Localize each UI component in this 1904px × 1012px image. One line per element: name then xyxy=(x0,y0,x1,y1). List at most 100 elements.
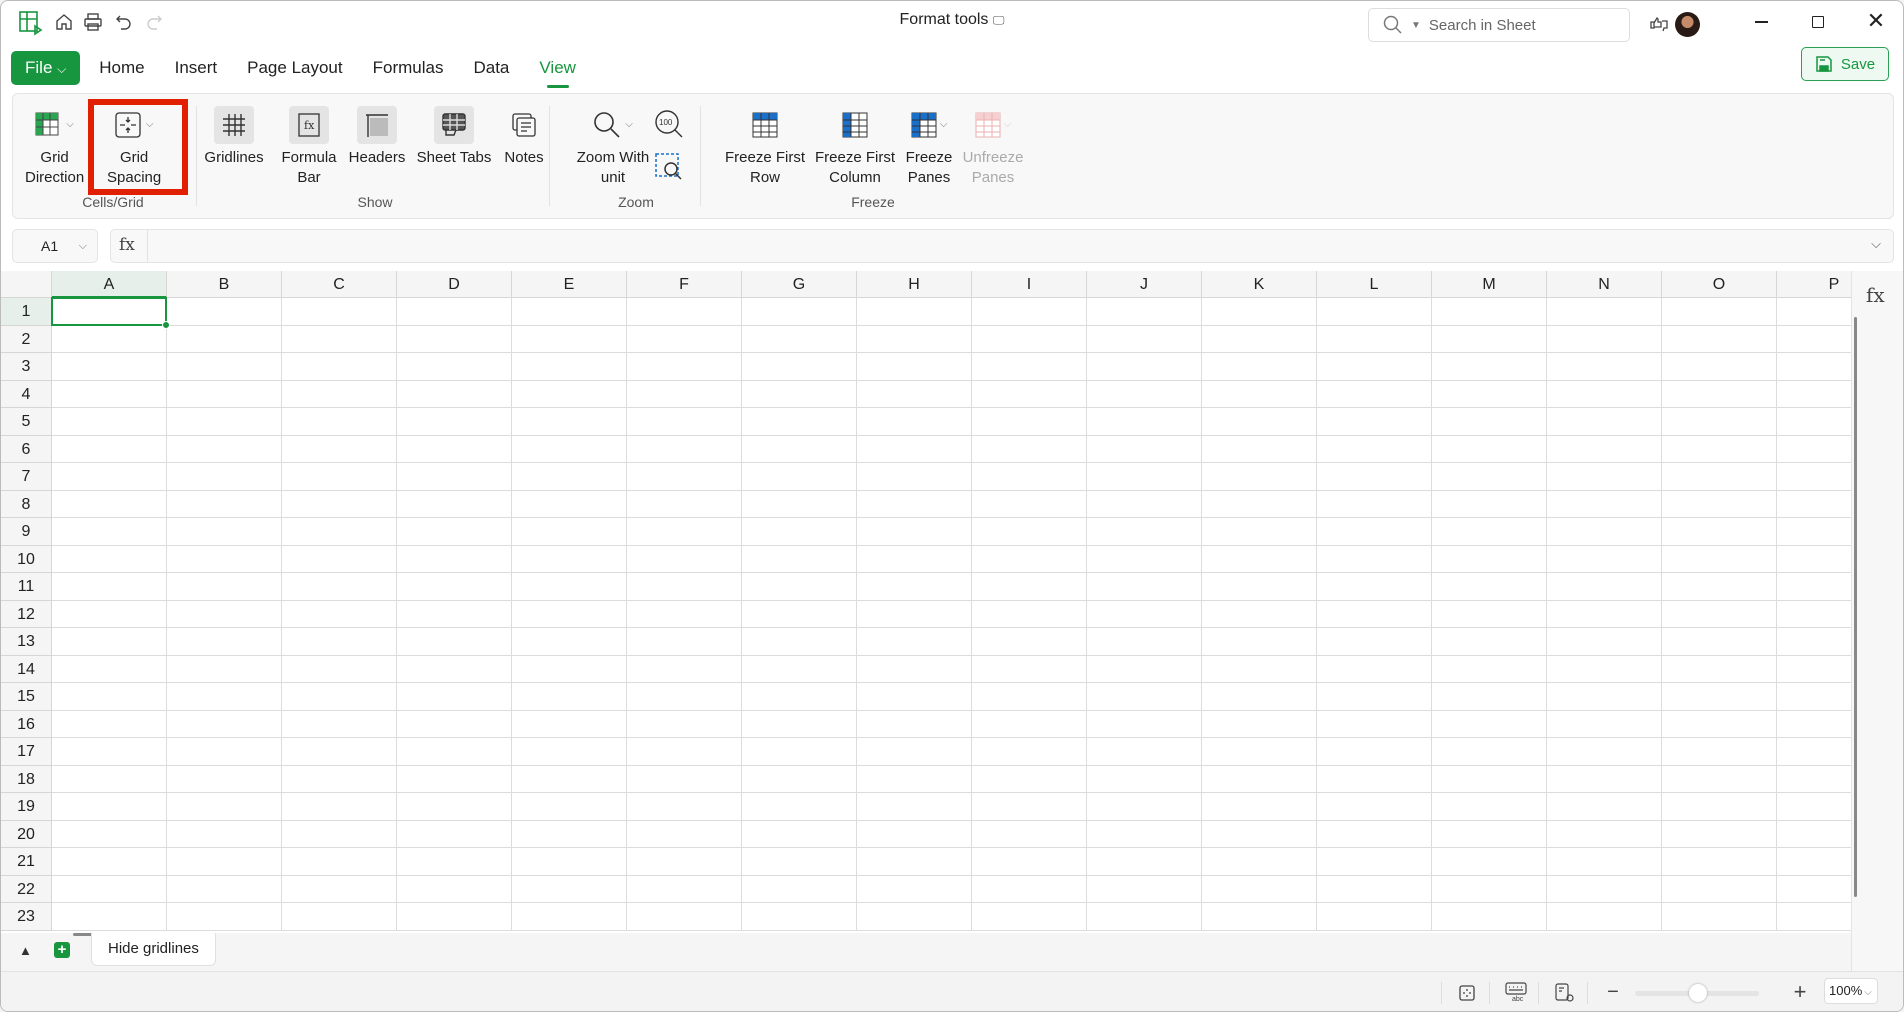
user-avatar[interactable] xyxy=(1675,12,1700,37)
row-header-12[interactable]: 12 xyxy=(1,600,52,628)
label: Panes xyxy=(971,169,1015,186)
freeze-panes-icon: ⌵ xyxy=(902,106,956,144)
sheet-tab[interactable]: Hide gridlines xyxy=(91,933,216,966)
notes-toggle[interactable]: Notes xyxy=(491,106,557,168)
row-header-17[interactable]: 17 xyxy=(1,738,52,766)
table-row xyxy=(52,463,1851,491)
freeze-first-row-button[interactable]: Freeze First Row xyxy=(713,106,817,188)
minimize-icon[interactable] xyxy=(1746,11,1776,33)
vertical-scrollbar[interactable] xyxy=(1854,317,1857,897)
column-header-J[interactable]: J xyxy=(1087,271,1202,298)
close-icon[interactable]: ✕ xyxy=(1861,8,1891,33)
row-header-4[interactable]: 4 xyxy=(1,380,52,408)
formula-bar-toggle[interactable]: fx Formula Bar xyxy=(271,106,347,188)
search-icon xyxy=(1383,15,1402,34)
grid-direction-button[interactable]: ⌵ Grid Direction xyxy=(25,106,84,188)
table-row xyxy=(52,436,1851,463)
notes-icon xyxy=(504,106,544,144)
fill-handle[interactable] xyxy=(162,320,170,329)
row-header-6[interactable]: 6 xyxy=(1,435,52,463)
unfreeze-panes-button[interactable]: ⌵ Unfreeze Panes xyxy=(953,106,1033,188)
row-header-3[interactable]: 3 xyxy=(1,353,52,381)
row-header-11[interactable]: 11 xyxy=(1,573,52,601)
svg-text:100: 100 xyxy=(659,118,673,127)
search-dropdown-icon[interactable]: ▼ xyxy=(1411,20,1421,31)
column-header-L[interactable]: L xyxy=(1317,271,1432,298)
row-header-2[interactable]: 2 xyxy=(1,325,52,353)
reading-view-icon[interactable] xyxy=(1553,981,1577,1005)
sheet-tabs-toggle[interactable]: Sheet Tabs xyxy=(411,106,497,168)
row-header-7[interactable]: 7 xyxy=(1,463,52,491)
tab-view[interactable]: View xyxy=(524,51,591,88)
column-header-M[interactable]: M xyxy=(1432,271,1547,298)
expand-formula-icon[interactable]: ⌵ xyxy=(1871,236,1881,252)
spreadsheet-grid[interactable]: A B C D E F G H I J K L M N O P 1 2 3 4 5 6 7 8 9 10 11 12 13 14 15 16 1… xyxy=(1,271,1851,933)
column-header-B[interactable]: B xyxy=(167,271,282,298)
zoom-slider[interactable] xyxy=(1635,984,1759,1002)
column-header-I[interactable]: I xyxy=(972,271,1087,298)
keyboard-abc-icon[interactable]: abc xyxy=(1503,980,1529,1004)
row-header-15[interactable]: 15 xyxy=(1,683,52,711)
tab-page-layout[interactable]: Page Layout xyxy=(232,51,357,85)
column-gridline xyxy=(1661,298,1662,931)
row-header-18[interactable]: 18 xyxy=(1,765,52,793)
zoom-to-selection-icon[interactable] xyxy=(654,152,684,182)
column-header-K[interactable]: K xyxy=(1202,271,1317,298)
column-header-D[interactable]: D xyxy=(397,271,512,298)
fit-screen-icon[interactable] xyxy=(1456,982,1478,1004)
column-header-A[interactable]: A xyxy=(52,271,167,298)
tab-home[interactable]: Home xyxy=(84,51,159,85)
tab-insert[interactable]: Insert xyxy=(160,51,233,85)
row-header-16[interactable]: 16 xyxy=(1,710,52,738)
function-panel-icon[interactable]: fx xyxy=(1866,283,1885,307)
name-box[interactable]: A1 ⌵ xyxy=(12,229,98,263)
column-header-O[interactable]: O xyxy=(1662,271,1777,298)
zoom-100-button[interactable]: 100 xyxy=(653,108,685,140)
column-header-C[interactable]: C xyxy=(282,271,397,298)
zoom-level-select[interactable]: 100% ⌵ xyxy=(1824,978,1878,1004)
add-sheet-icon[interactable]: + xyxy=(54,942,70,958)
row-header-1[interactable]: 1 xyxy=(1,298,52,326)
column-header-N[interactable]: N xyxy=(1547,271,1662,298)
view-ribbon: ⌵ Grid Direction ⌵ Grid Spacing Cells/Grid… xyxy=(12,93,1894,219)
selected-cell-A1[interactable] xyxy=(51,297,170,329)
row-header-23[interactable]: 23 xyxy=(1,903,52,931)
row-header-9[interactable]: 9 xyxy=(1,518,52,546)
group-label-zoom: Zoom xyxy=(618,194,654,210)
tab-file[interactable]: File ⌵ xyxy=(11,51,81,85)
sheet-list-icon[interactable]: ▲ xyxy=(19,943,32,958)
headers-toggle[interactable]: Headers xyxy=(339,106,415,168)
feedback-icon[interactable] xyxy=(1647,13,1671,35)
column-header-H[interactable]: H xyxy=(857,271,972,298)
save-button[interactable]: Save xyxy=(1801,47,1889,81)
cell-reference: A1 xyxy=(41,238,59,254)
column-header-E[interactable]: E xyxy=(512,271,627,298)
row-header-21[interactable]: 21 xyxy=(1,848,52,876)
tab-formulas[interactable]: Formulas xyxy=(358,51,459,85)
label: Unfreeze xyxy=(962,149,1024,166)
search-input[interactable]: ▼ Search in Sheet xyxy=(1368,8,1630,42)
row-header-13[interactable]: 13 xyxy=(1,628,52,656)
column-header-G[interactable]: G xyxy=(742,271,857,298)
tab-data[interactable]: Data xyxy=(458,51,524,85)
row-header-5[interactable]: 5 xyxy=(1,408,52,436)
formula-input[interactable]: fx ⌵ xyxy=(110,229,1894,263)
zoom-in-button[interactable]: + xyxy=(1789,979,1811,1004)
column-header-F[interactable]: F xyxy=(627,271,742,298)
row-header-8[interactable]: 8 xyxy=(1,490,52,518)
gridlines-toggle[interactable]: Gridlines xyxy=(193,106,275,168)
row-header-22[interactable]: 22 xyxy=(1,875,52,903)
column-gridline xyxy=(1431,298,1432,931)
row-header-20[interactable]: 20 xyxy=(1,820,52,848)
search-placeholder: Search in Sheet xyxy=(1428,16,1536,34)
select-all-corner[interactable] xyxy=(1,271,52,298)
row-header-14[interactable]: 14 xyxy=(1,655,52,683)
maximize-icon[interactable] xyxy=(1803,11,1833,33)
label: unit xyxy=(600,169,626,186)
row-header-19[interactable]: 19 xyxy=(1,793,52,821)
column-header-P[interactable]: P xyxy=(1777,271,1851,298)
row-header-10[interactable]: 10 xyxy=(1,545,52,573)
zoom-out-button[interactable]: − xyxy=(1603,981,1623,1003)
zoom-slider-thumb[interactable] xyxy=(1689,984,1707,1002)
zoom-with-unit-button[interactable]: ⌵ Zoom With unit xyxy=(561,106,665,188)
